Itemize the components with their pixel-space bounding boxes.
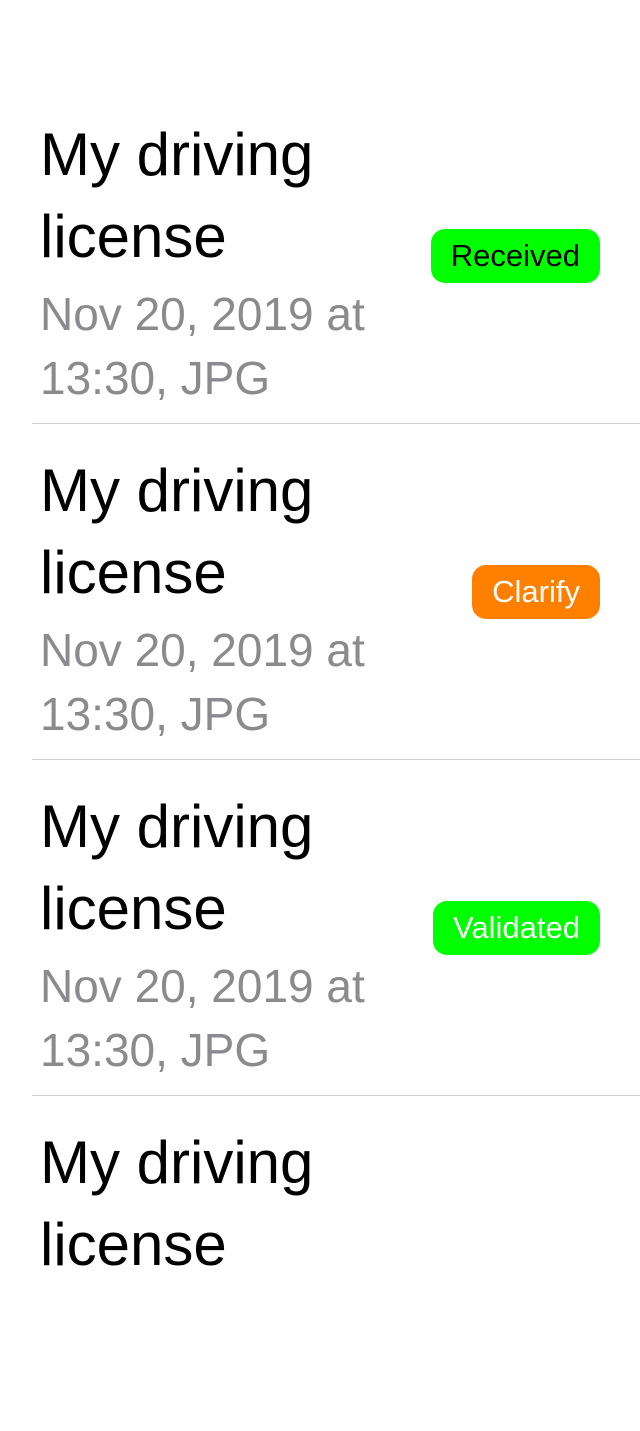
document-row[interactable]: My driving license	[0, 1096, 640, 1278]
document-title: My driving license	[40, 1129, 314, 1278]
document-subtitle: Nov 20, 2019 at 13:30, JPG	[40, 624, 365, 740]
document-row[interactable]: My driving license Nov 20, 2019 at 13:30…	[0, 760, 640, 1096]
document-list: My driving license Nov 20, 2019 at 13:30…	[0, 88, 640, 1278]
document-row-content: My driving license Nov 20, 2019 at 13:30…	[40, 760, 640, 1095]
document-row-content: My driving license Nov 20, 2019 at 13:30…	[40, 424, 640, 759]
document-title: My driving license	[40, 793, 314, 942]
document-row[interactable]: My driving license Nov 20, 2019 at 13:30…	[0, 424, 640, 760]
document-row[interactable]: My driving license Nov 20, 2019 at 13:30…	[0, 88, 640, 424]
document-subtitle: Nov 20, 2019 at 13:30, JPG	[40, 288, 365, 404]
document-title: My driving license	[40, 457, 314, 606]
status-badge: Clarify	[472, 565, 600, 619]
document-subtitle: Nov 20, 2019 at 13:30, JPG	[40, 960, 365, 1076]
document-title: My driving license	[40, 121, 314, 270]
document-row-content: My driving license Nov 20, 2019 at 13:30…	[40, 88, 640, 423]
status-badge: Validated	[433, 901, 600, 955]
status-badge: Received	[430, 229, 600, 283]
document-row-content: My driving license	[40, 1096, 640, 1431]
